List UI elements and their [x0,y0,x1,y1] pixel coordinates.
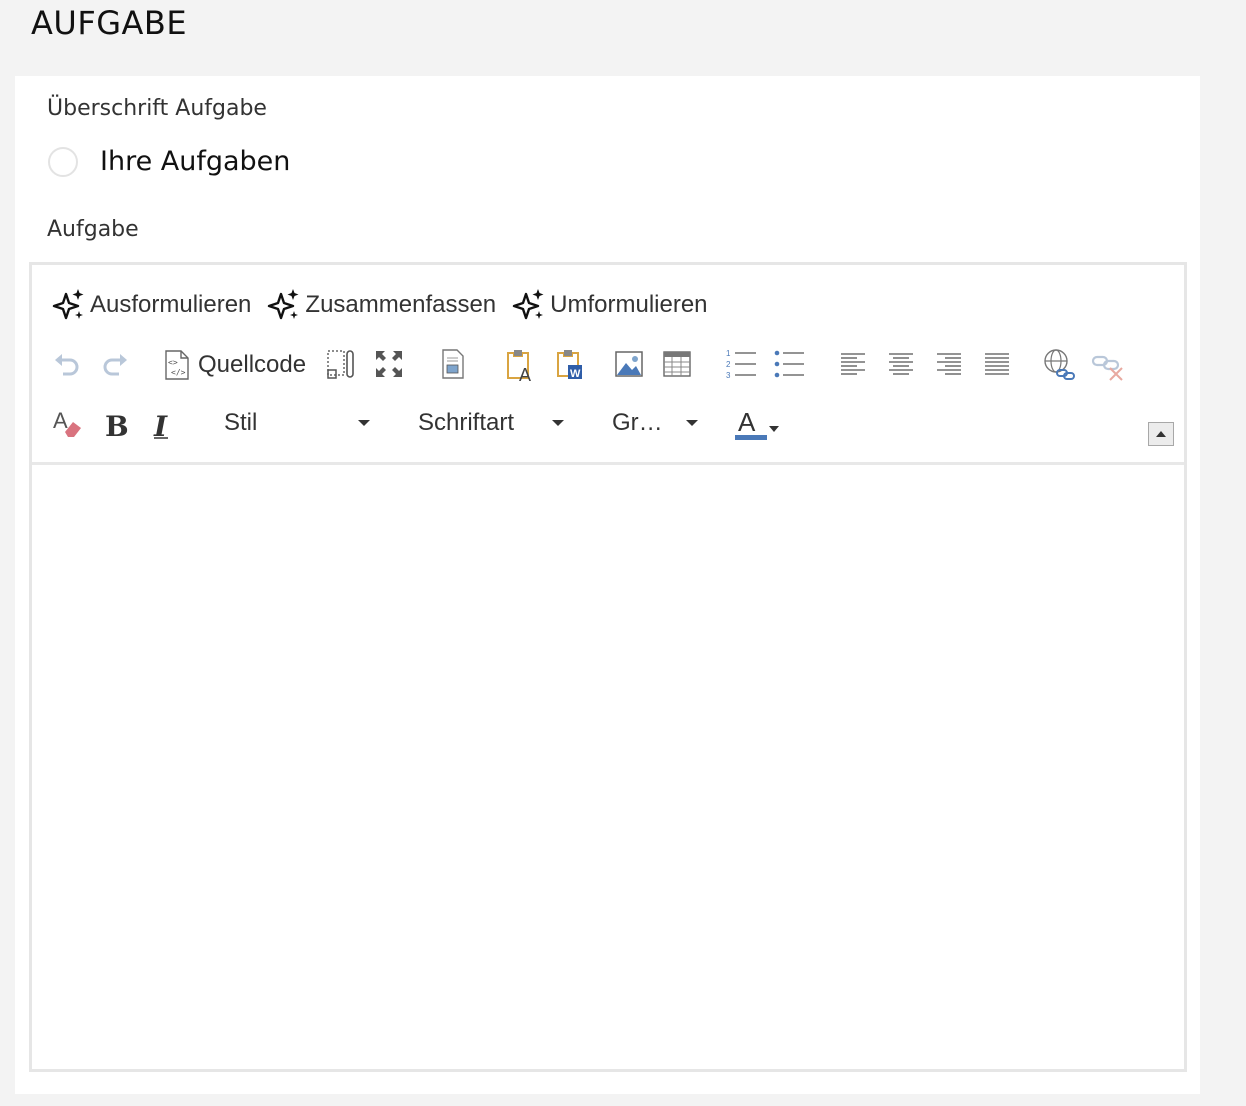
svg-text:2: 2 [726,360,731,369]
remove-format-button[interactable]: A [50,407,84,441]
heading-option-label[interactable]: Ihre Aufgaben [100,146,290,177]
undo-icon [55,354,79,376]
task-field-label: Aufgabe [47,217,139,242]
preview-icon [442,349,464,379]
bold-icon: B [105,410,128,439]
align-justify-icon [985,353,1009,375]
svg-text:W: W [570,368,581,380]
svg-text:I: I [153,410,168,439]
editor-content-area[interactable] [32,465,1184,1069]
table-icon [663,351,691,377]
ai-rephrase-label: Umformulieren [550,291,708,318]
align-right-button[interactable] [934,349,964,379]
chevron-down-icon [686,420,698,426]
align-center-button[interactable] [886,349,916,379]
ai-formulate-label: Ausformulieren [90,291,252,318]
image-icon [615,351,643,377]
heading-option-radio[interactable] [48,146,78,177]
chevron-down-icon [552,420,564,426]
link-button[interactable] [1042,347,1078,383]
svg-text:</>: </> [171,368,186,377]
svg-text:3: 3 [726,371,731,380]
bullet-list-button[interactable] [772,347,806,381]
bold-button[interactable]: B [98,407,132,441]
text-color-button[interactable]: A [732,407,782,443]
ai-summarize-button[interactable]: Zusammenfassen [267,287,496,323]
svg-text:<>: <> [168,358,178,367]
task-form-card: Überschrift Aufgabe Ihre Aufgaben Aufgab… [15,76,1200,1094]
numbered-list-icon: 1 2 3 [726,349,756,380]
numbered-list-button[interactable]: 1 2 3 [724,347,758,381]
sparkle-icon [512,289,544,320]
size-dropdown-label: Gr… [612,409,663,436]
align-right-icon [937,353,961,375]
style-dropdown-label: Stil [224,409,258,436]
align-left-button[interactable] [838,349,868,379]
collapse-toolbar-button[interactable] [1148,422,1174,446]
source-code-button[interactable]: <> </> Quellcode [162,345,306,385]
align-justify-button[interactable] [982,349,1012,379]
sparkle-icon [52,289,84,320]
link-icon [1044,349,1075,380]
heading-option[interactable]: Ihre Aufgaben [48,146,290,177]
svg-text:A: A [519,365,531,382]
unlink-button[interactable] [1090,347,1126,383]
image-button[interactable] [612,347,646,381]
show-blocks-button[interactable] [324,347,358,381]
bullet-list-icon [774,350,804,378]
maximize-button[interactable] [372,347,406,381]
svg-text:1: 1 [726,349,731,358]
svg-text:A: A [738,407,756,437]
source-code-label: Quellcode [198,351,307,378]
text-color-icon: A [735,407,779,440]
editor-toolbar: Ausformulieren Zusammenfassen Umformulie… [32,265,1184,465]
heading-field-label: Überschrift Aufgabe [47,96,267,121]
redo-icon [103,354,127,376]
svg-text:A: A [53,408,68,433]
paste-word-button[interactable]: W [552,347,588,383]
style-dropdown[interactable]: Stil [224,403,370,443]
italic-icon: I [153,410,168,439]
sparkle-icon [268,289,299,320]
chevron-down-icon [358,420,370,426]
font-dropdown-label: Schriftart [418,409,515,436]
unlink-icon [1091,355,1123,381]
svg-text:B: B [105,410,128,439]
preview-button[interactable] [436,347,470,381]
align-center-icon [889,353,913,375]
paste-word-icon: W [557,350,582,380]
rich-text-editor: Ausformulieren Zusammenfassen Umformulie… [29,262,1187,1072]
ai-rephrase-button[interactable]: Umformulieren [512,287,708,323]
ai-tools-row: Ausformulieren Zusammenfassen Umformulie… [52,287,708,323]
paste-text-button[interactable]: A [502,347,538,383]
source-code-icon: <> </> [165,350,189,380]
paste-text-icon: A [507,350,531,382]
ai-summarize-label: Zusammenfassen [305,291,497,318]
table-button[interactable] [660,347,694,381]
size-dropdown[interactable]: Gr… [612,403,698,443]
undo-button[interactable] [50,347,84,381]
maximize-icon [376,351,402,377]
page-title: AUFGABE [31,4,188,42]
eraser-icon: A [53,408,81,437]
font-dropdown[interactable]: Schriftart [418,403,564,443]
redo-button[interactable] [98,347,132,381]
italic-button[interactable]: I [146,407,180,441]
show-blocks-icon [327,350,354,379]
align-left-icon [841,353,865,375]
ai-formulate-button[interactable]: Ausformulieren [52,287,251,323]
